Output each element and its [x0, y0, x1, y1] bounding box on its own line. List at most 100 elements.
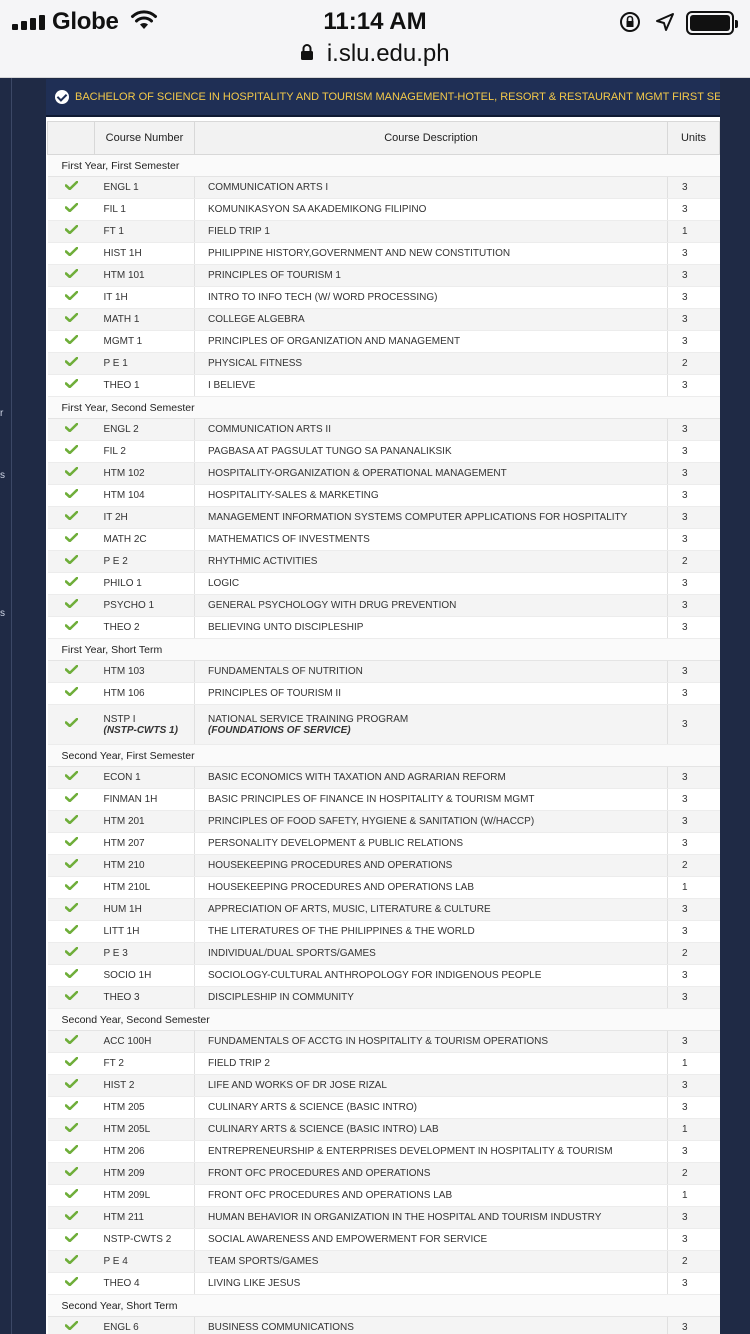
course-units: 3 [667, 832, 720, 855]
course-number-cell: HIST 1H [94, 242, 195, 265]
course-row: THEO 4 LIVING LIKE JESUS 3 [47, 1272, 720, 1295]
semester-heading-row: Second Year, Short Term [47, 1294, 720, 1317]
completed-check-icon [47, 1140, 95, 1163]
course-row: HTM 102 HOSPITALITY-ORGANIZATION & OPERAT… [47, 462, 720, 485]
completed-check-icon [47, 352, 95, 375]
course-row: HTM 106 PRINCIPLES OF TOURISM II 3 [47, 682, 720, 705]
course-units: 1 [667, 876, 720, 899]
course-description: KOMUNIKASYON SA AKADEMIKONG FILIPINO [208, 204, 427, 215]
course-number: HTM 104 [103, 490, 145, 501]
address-bar[interactable]: i.slu.edu.ph [0, 40, 750, 70]
semester-heading-row: Second Year, Second Semester [47, 1008, 720, 1031]
header-units: Units [667, 121, 720, 155]
status-bar: Globe 11:14 AM [0, 6, 750, 36]
course-units: 2 [667, 1162, 720, 1185]
course-units: 3 [667, 440, 720, 463]
course-description-cell: PHILIPPINE HISTORY,GOVERNMENT AND NEW CO… [194, 242, 668, 265]
course-row: P E 4 TEAM SPORTS/GAMES 2 [47, 1250, 720, 1273]
course-number: THEO 3 [103, 992, 140, 1003]
course-description: FRONT OFC PROCEDURES AND OPERATIONS LAB [208, 1190, 453, 1201]
course-number: FINMAN 1H [103, 794, 158, 805]
course-description: LIVING LIKE JESUS [208, 1278, 301, 1289]
course-number: FT 1 [103, 226, 124, 237]
course-row: THEO 3 DISCIPLESHIP IN COMMUNITY 3 [47, 986, 720, 1009]
course-description: TEAM SPORTS/GAMES [208, 1256, 319, 1267]
course-number: HIST 1H [103, 248, 142, 259]
course-description-cell: PRINCIPLES OF TOURISM 1 [194, 264, 668, 287]
course-description-cell: MANAGEMENT INFORMATION SYSTEMS COMPUTER … [194, 506, 668, 529]
course-units: 3 [667, 242, 720, 265]
course-row: HTM 205 CULINARY ARTS & SCIENCE (BASIC IN… [47, 1096, 720, 1119]
course-units: 3 [667, 198, 720, 221]
course-row: ENGL 2 COMMUNICATION ARTS II 3 [47, 418, 720, 441]
course-number-cell: MATH 2C [94, 528, 195, 551]
course-description: SOCIOLOGY-CULTURAL ANTHROPOLOGY FOR INDI… [208, 970, 542, 981]
course-units: 3 [667, 1030, 720, 1053]
course-number-cell: HTM 210 [94, 854, 195, 877]
header-status [47, 121, 95, 155]
course-units: 3 [667, 920, 720, 943]
course-description: PHILIPPINE HISTORY,GOVERNMENT AND NEW CO… [208, 248, 511, 259]
completed-check-icon [47, 264, 95, 287]
completed-check-icon [47, 832, 95, 855]
completed-check-icon [47, 1316, 95, 1334]
course-description-cell: HUMAN BEHAVIOR IN ORGANIZATION IN THE HO… [194, 1206, 668, 1229]
course-description-cell: PRINCIPLES OF ORGANIZATION AND MANAGEMEN… [194, 330, 668, 353]
completed-check-icon [47, 484, 95, 507]
course-number-cell: THEO 2 [94, 616, 195, 639]
course-description: I BELIEVE [208, 380, 256, 391]
course-number: NSTP I [103, 713, 136, 725]
course-units: 3 [667, 418, 720, 441]
program-header[interactable]: BACHELOR OF SCIENCE IN HOSPITALITY AND T… [46, 79, 720, 117]
course-number: ENGL 6 [103, 1322, 139, 1333]
course-number-cell: THEO 1 [94, 374, 195, 397]
side-panel-edge: r s s [0, 78, 12, 1334]
course-description-cell: HOSPITALITY-SALES & MARKETING [194, 484, 668, 507]
course-number: HTM 205L [103, 1124, 151, 1135]
course-number: MATH 2C [103, 534, 147, 545]
course-units: 2 [667, 854, 720, 877]
course-units: 1 [667, 1184, 720, 1207]
course-number: HTM 103 [103, 666, 145, 677]
course-description: CULINARY ARTS & SCIENCE (BASIC INTRO) LA… [208, 1124, 439, 1135]
course-number: P E 3 [103, 948, 128, 959]
course-row: THEO 1 I BELIEVE 3 [47, 374, 720, 397]
course-number-cell: HTM 201 [94, 810, 195, 833]
course-units: 3 [667, 964, 720, 987]
course-row: FINMAN 1H BASIC PRINCIPLES OF FINANCE IN … [47, 788, 720, 811]
course-number: MGMT 1 [103, 336, 143, 347]
semester-heading: Second Year, Second Semester [47, 1008, 720, 1031]
header-course-description: Course Description [194, 121, 668, 155]
course-units: 3 [667, 572, 720, 595]
course-description-cell: SOCIOLOGY-CULTURAL ANTHROPOLOGY FOR INDI… [194, 964, 668, 987]
course-number: HTM 209L [103, 1190, 151, 1201]
header-course-number: Course Number [94, 121, 195, 155]
course-number-sub: (NSTP-CWTS 1) [103, 724, 178, 736]
course-description: BASIC PRINCIPLES OF FINANCE IN HOSPITALI… [208, 794, 535, 805]
completed-check-icon [47, 1228, 95, 1251]
completed-check-icon [47, 1074, 95, 1097]
course-description: ENTREPRENEURSHIP & ENTERPRISES DEVELOPME… [208, 1146, 613, 1157]
location-arrow-icon [654, 11, 676, 38]
course-number: HTM 205 [103, 1102, 145, 1113]
course-units: 3 [667, 330, 720, 353]
course-units: 3 [667, 704, 720, 745]
course-number: PHILO 1 [103, 578, 142, 589]
course-number: P E 4 [103, 1256, 128, 1267]
course-row: HTM 201 PRINCIPLES OF FOOD SAFETY, HYGIEN… [47, 810, 720, 833]
course-description-cell: CULINARY ARTS & SCIENCE (BASIC INTRO) [194, 1096, 668, 1119]
course-units: 3 [667, 462, 720, 485]
course-number: HTM 211 [103, 1212, 144, 1223]
course-row: LITT 1H THE LITERATURES OF THE PHILIPPINE… [47, 920, 720, 943]
url-text[interactable]: i.slu.edu.ph [327, 40, 450, 68]
course-units: 3 [667, 898, 720, 921]
course-description: MANAGEMENT INFORMATION SYSTEMS COMPUTER … [208, 512, 628, 523]
course-units: 3 [667, 660, 720, 683]
course-number: HTM 210 [103, 860, 145, 871]
course-number: HIST 2 [103, 1080, 135, 1091]
course-description-cell: GENERAL PSYCHOLOGY WITH DRUG PREVENTION [194, 594, 668, 617]
course-description-cell: BELIEVING UNTO DISCIPLESHIP [194, 616, 668, 639]
course-units: 3 [667, 1096, 720, 1119]
course-row: ACC 100H FUNDAMENTALS OF ACCTG IN HOSPITA… [47, 1030, 720, 1053]
course-number-cell: HTM 102 [94, 462, 195, 485]
